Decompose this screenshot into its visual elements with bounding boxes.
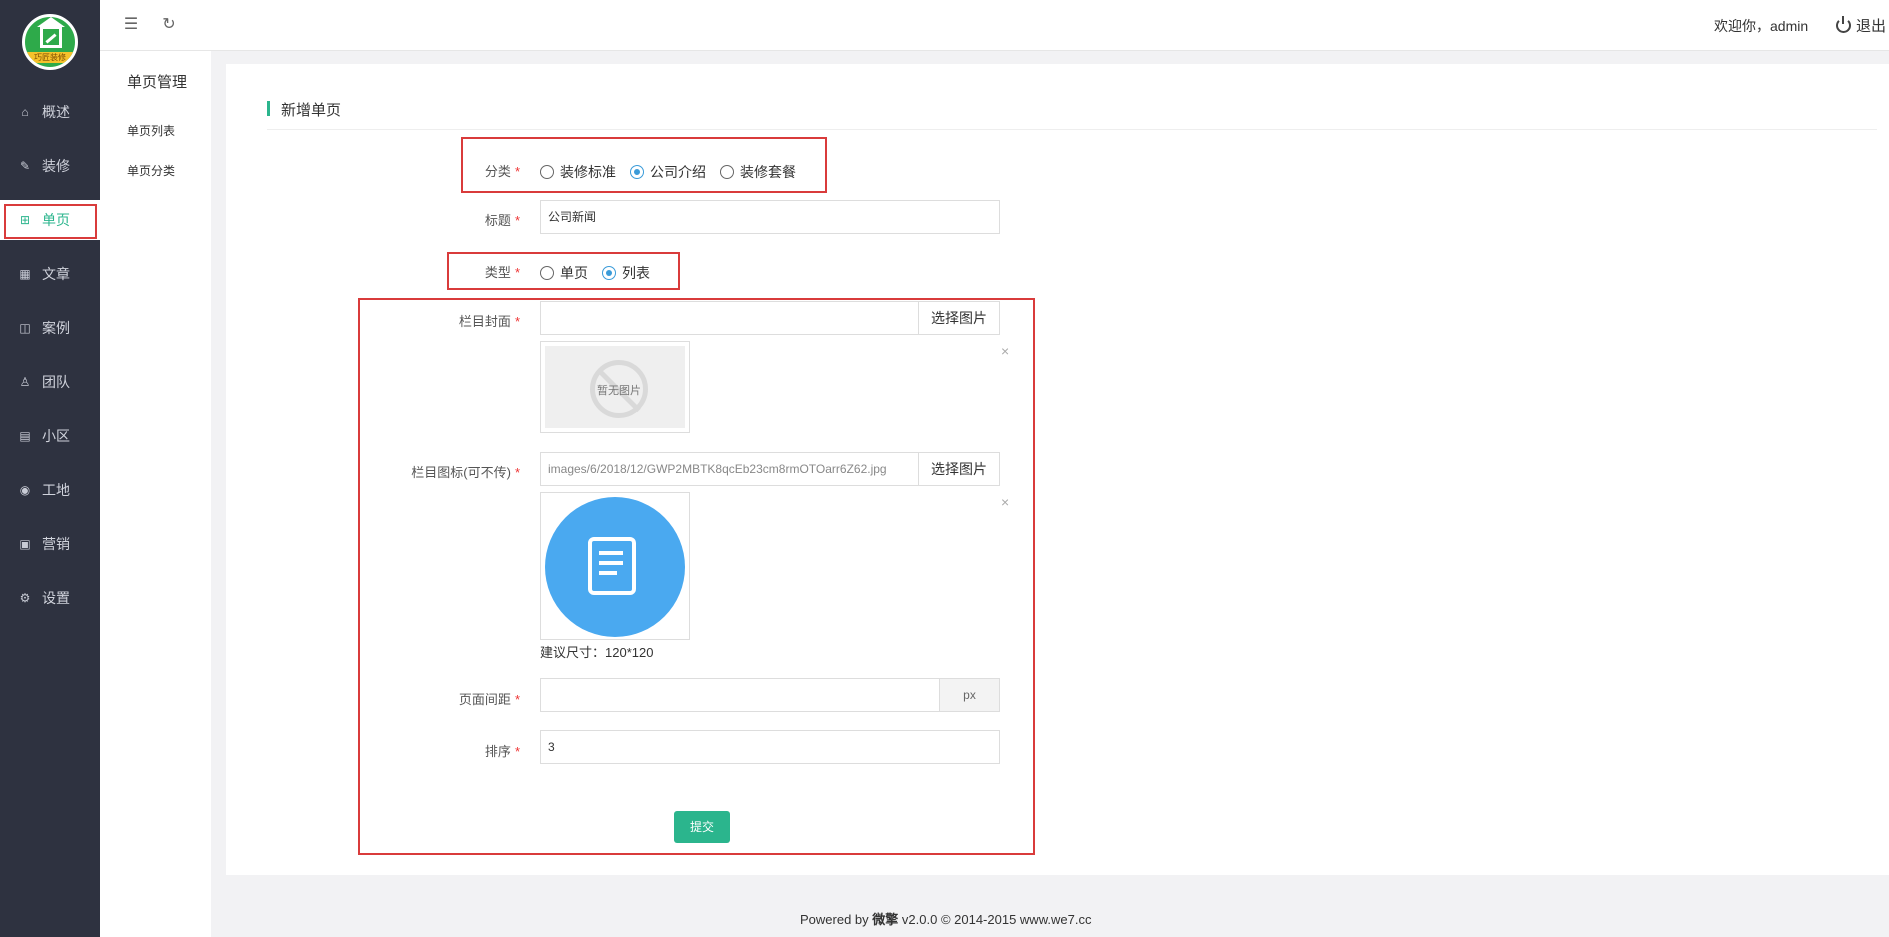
spacing-input[interactable] <box>540 678 940 712</box>
thumbnail-placeholder: 暂无图片 <box>545 346 685 428</box>
spacing-label: 页面间距 * <box>440 689 520 708</box>
cover-label-text: 栏目封面 <box>458 314 511 329</box>
nav-item-article[interactable]: ▦ 文章 <box>0 254 100 294</box>
sort-label: 排序 * <box>440 741 520 760</box>
page-title: 新增单页 <box>281 102 342 119</box>
nav-label: 装修 <box>42 158 70 174</box>
doc-line <box>599 551 623 555</box>
nav-item-case[interactable]: ◫ 案例 <box>0 308 100 348</box>
required-mark: * <box>514 314 520 329</box>
nav-item-team[interactable]: ♙ 团队 <box>0 362 100 402</box>
icon-label: 栏目图标(可不传) * <box>380 462 520 481</box>
logout-button[interactable]: 退出 <box>1836 15 1886 36</box>
card-header: 新增单页 <box>267 99 1877 130</box>
doc-line <box>599 561 623 565</box>
cover-input[interactable] <box>540 301 920 335</box>
nav-item-marketing[interactable]: ▣ 营销 <box>0 524 100 564</box>
welcome-text: 欢迎你，admin <box>1714 18 1809 34</box>
title-label: 标题 * <box>440 210 520 229</box>
footer-prefix: Powered by <box>800 912 869 927</box>
gear-icon: ⚙ <box>19 591 31 605</box>
sub-sidebar: 单页管理 单页列表 单页分类 <box>100 51 211 937</box>
logout-label: 退出 <box>1856 18 1887 35</box>
no-image-text: 暂无图片 <box>597 385 641 397</box>
title-accent-bar <box>267 101 270 116</box>
nav-label: 工地 <box>42 482 70 498</box>
logo[interactable]: 巧匠装修 <box>22 14 78 70</box>
title-input[interactable]: 公司新闻 <box>540 200 1000 234</box>
ticket-icon: ▣ <box>19 537 31 551</box>
nav-item-overview[interactable]: ⌂ 概述 <box>0 92 100 132</box>
main-sidebar: 巧匠装修 ⌂ 概述 ✎ 装修 ⊞ 单页 ▦ 文章 ◫ 案例 ♙ 团队 ▤ 小区 ◉ 工地 ▣ 营销… <box>0 0 100 937</box>
nav-item-decoration[interactable]: ✎ 装修 <box>0 146 100 186</box>
top-bar: ☰ ↻ 欢迎你，admin 退出 <box>100 0 1889 51</box>
spacing-unit-addon: px <box>939 678 1000 712</box>
icon-thumbnail <box>540 492 690 640</box>
document-icon <box>588 537 636 595</box>
icon-preview-circle <box>545 497 685 637</box>
footer-brand[interactable]: 微擎 <box>872 912 898 927</box>
logo-brand-text: 巧匠装修 <box>25 52 75 63</box>
cover-label: 栏目封面 * <box>380 311 520 330</box>
required-mark: * <box>514 213 520 228</box>
nav-item-site[interactable]: ◉ 工地 <box>0 470 100 510</box>
remove-icon-icon[interactable]: × <box>1001 494 1009 510</box>
footer-rest: v2.0.0 © 2014-2015 www.we7.cc <box>901 912 1092 927</box>
highlight-box-nav <box>4 204 97 239</box>
power-icon <box>1836 16 1851 33</box>
cover-select-image-button[interactable]: 选择图片 <box>918 301 1000 335</box>
nav-label: 案例 <box>42 320 70 336</box>
icon-label-text: 栏目图标(可不传) <box>411 465 511 480</box>
user-icon: ♙ <box>19 375 31 389</box>
required-mark: * <box>514 744 520 759</box>
sub-sidebar-title: 单页管理 <box>127 74 188 91</box>
location-icon: ◉ <box>19 483 31 497</box>
highlight-box-category <box>461 137 827 193</box>
nav-label: 团队 <box>42 374 70 390</box>
nav-label: 设置 <box>42 590 70 606</box>
remove-cover-icon[interactable]: × <box>1001 343 1009 359</box>
house-icon <box>37 17 65 48</box>
sort-input[interactable]: 3 <box>540 730 1000 764</box>
nav-label: 文章 <box>42 266 70 282</box>
icon-size-hint: 建议尺寸：120*120 <box>540 645 654 660</box>
doc-line <box>599 571 617 575</box>
nav-label: 营销 <box>42 536 70 552</box>
sub-link-page-list[interactable]: 单页列表 <box>127 122 175 139</box>
nav-label: 概述 <box>42 104 70 120</box>
required-mark: * <box>514 465 520 480</box>
icon-input[interactable]: images/6/2018/12/GWP2MBTK8qcEb23cm8rmOTO… <box>540 452 920 486</box>
nav-item-community[interactable]: ▤ 小区 <box>0 416 100 456</box>
nav-label: 小区 <box>42 428 70 444</box>
home-icon: ⌂ <box>21 105 29 119</box>
sort-label-text: 排序 <box>484 744 511 759</box>
refresh-icon[interactable]: ↻ <box>160 15 178 33</box>
grid-icon: ▦ <box>19 267 31 281</box>
submit-button[interactable]: 提交 <box>674 811 730 843</box>
building-icon: ▤ <box>19 429 31 443</box>
title-label-text: 标题 <box>484 213 511 228</box>
spacing-label-text: 页面间距 <box>458 692 511 707</box>
sub-link-page-category[interactable]: 单页分类 <box>127 162 175 179</box>
icon-select-image-button[interactable]: 选择图片 <box>918 452 1000 486</box>
nav-item-settings[interactable]: ⚙ 设置 <box>0 578 100 618</box>
highlight-box-type <box>447 252 680 290</box>
required-mark: * <box>514 692 520 707</box>
highlight-box-list-fields <box>358 298 1035 855</box>
brush-icon: ✎ <box>19 159 31 173</box>
menu-collapse-icon[interactable]: ☰ <box>122 15 140 33</box>
footer-text: Powered by 微擎 v2.0.0 © 2014-2015 www.we7… <box>800 909 1091 928</box>
layout-icon: ◫ <box>19 321 31 335</box>
cover-thumbnail: 暂无图片 <box>540 341 690 433</box>
